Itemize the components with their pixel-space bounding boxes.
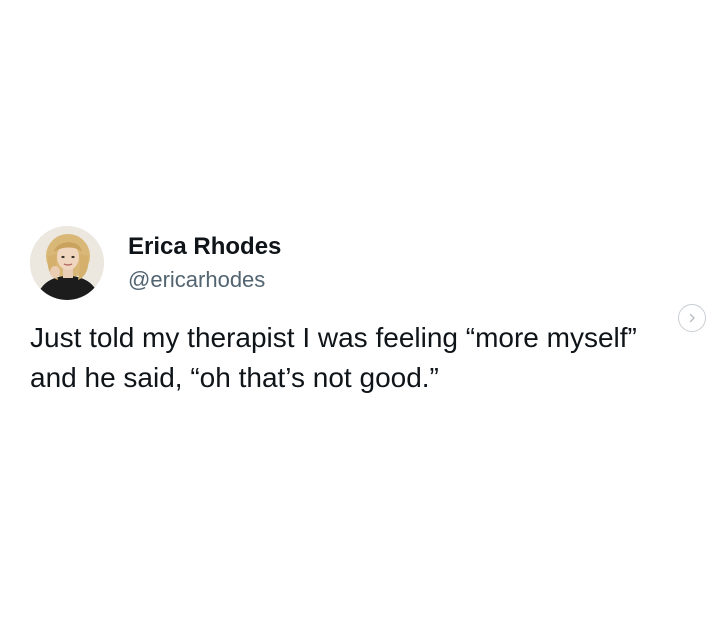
chevron-right-icon	[689, 313, 695, 323]
tweet-card: Erica Rhodes @ericarhodes Just told my t…	[0, 0, 708, 622]
avatar[interactable]	[30, 226, 104, 300]
author-display-name[interactable]: Erica Rhodes	[128, 232, 281, 262]
avatar-image	[30, 226, 104, 300]
author-names: Erica Rhodes @ericarhodes	[128, 232, 281, 294]
carousel-next-button[interactable]	[678, 304, 706, 332]
tweet-header: Erica Rhodes @ericarhodes	[30, 226, 281, 300]
author-handle[interactable]: @ericarhodes	[128, 266, 281, 294]
tweet-text: Just told my therapist I was feeling “mo…	[30, 322, 637, 393]
